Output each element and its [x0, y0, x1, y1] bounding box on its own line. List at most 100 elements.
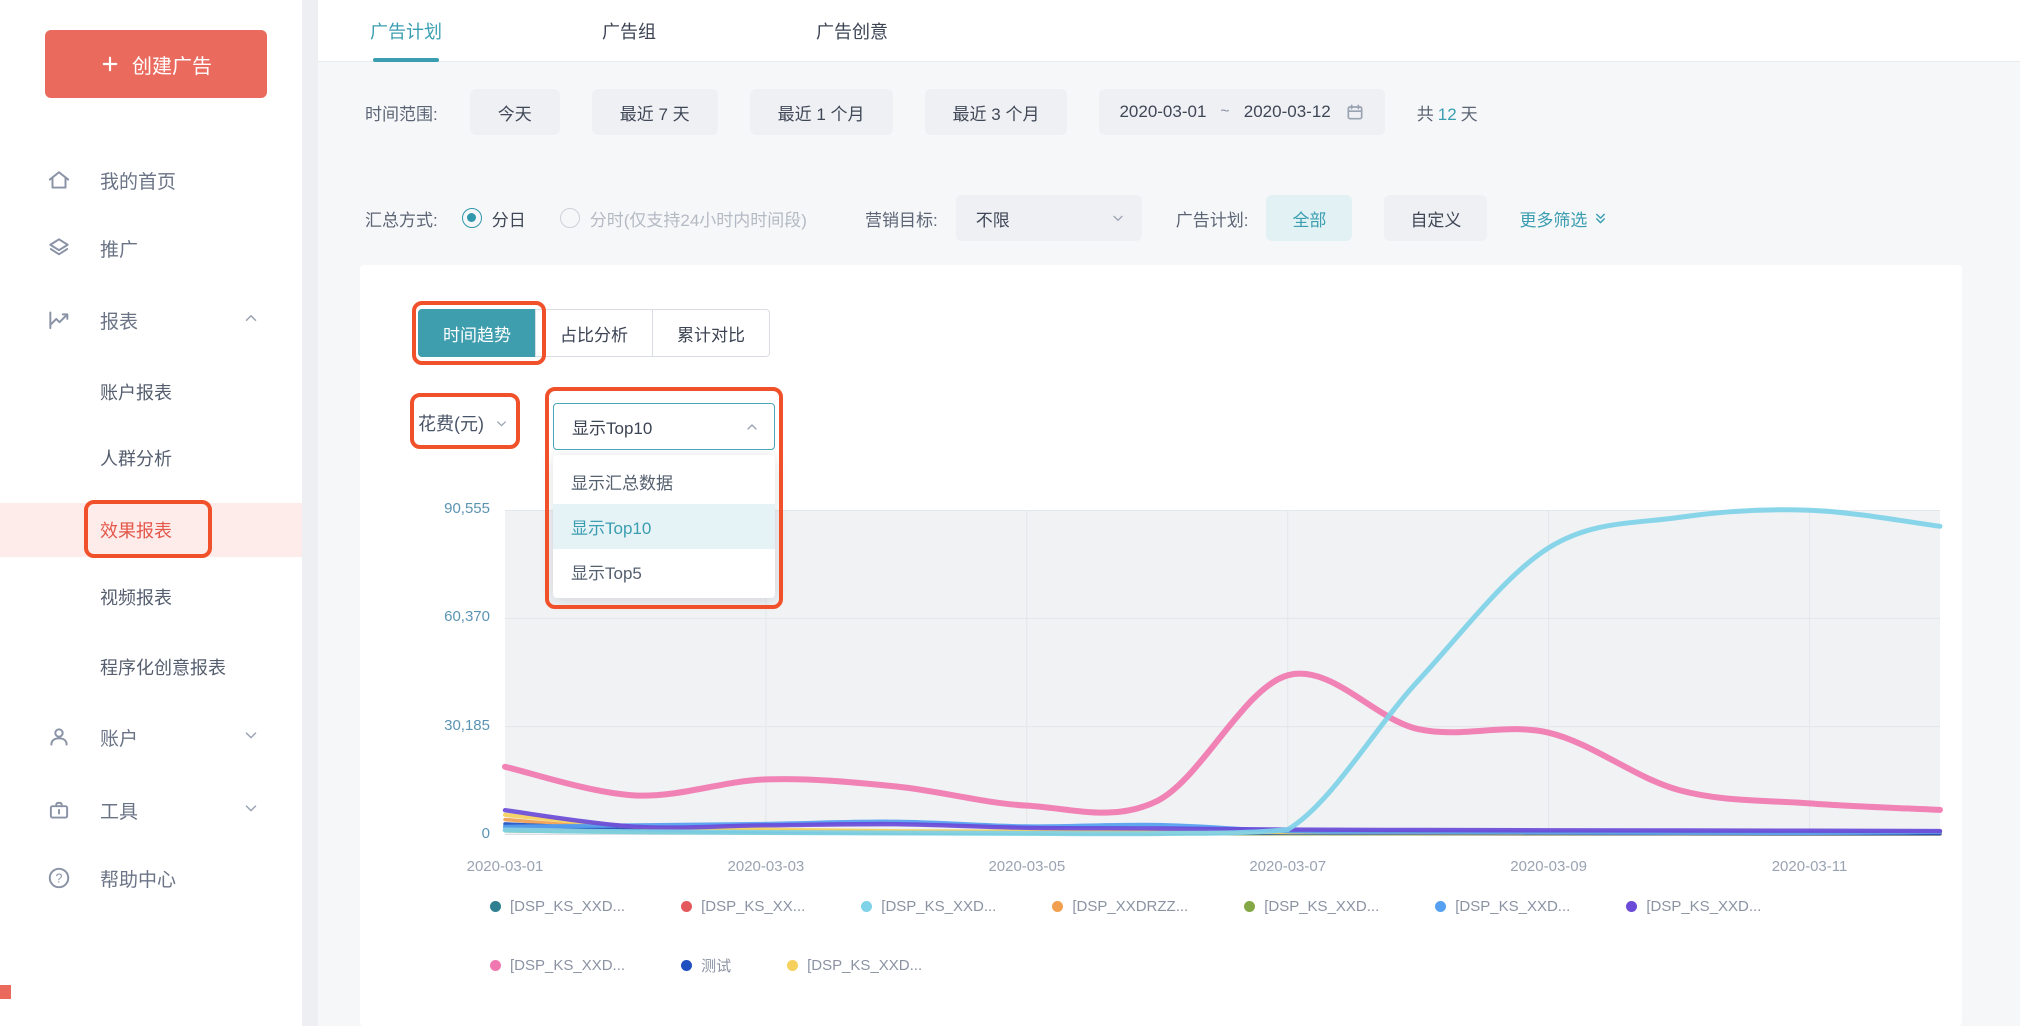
legend-item[interactable]: [DSP_KS_XXD...	[1435, 898, 1570, 915]
legend-item[interactable]: [DSP_XXDRZZ...	[1052, 898, 1188, 915]
aggregation-filter-row: 汇总方式: 分日 分时(仅支持24小时内时间段) 营销目标: 不限 广告计划: …	[365, 194, 1608, 242]
sidebar-item-label: 账户	[100, 724, 138, 751]
sidebar-item-home[interactable]: 我的首页	[0, 156, 302, 204]
legend-dot-icon	[490, 901, 501, 912]
top-n-dropdown[interactable]: 显示Top10	[553, 403, 775, 450]
radio-daily[interactable]: 分日	[462, 206, 526, 231]
x-axis-labels: 2020-03-012020-03-032020-03-052020-03-07…	[505, 858, 1940, 880]
legend-item[interactable]: [DSP_KS_XX...	[681, 898, 805, 915]
legend-item[interactable]: [DSP_KS_XXD...	[1626, 898, 1761, 915]
legend-dot-icon	[1626, 901, 1637, 912]
radio-daily-label: 分日	[492, 206, 526, 231]
legend-item[interactable]: [DSP_KS_XXD...	[861, 898, 996, 915]
x-tick-label: 2020-03-01	[445, 858, 565, 875]
subitem-label: 效果报表	[100, 517, 172, 543]
marketing-goal-label: 营销目标:	[865, 206, 938, 231]
marketing-goal-value: 不限	[976, 206, 1010, 231]
sidebar: 创建广告 我的首页 推广 报表 账户报表 人群分	[0, 0, 302, 1026]
sidebar-subitem-account-report[interactable]: 账户报表	[0, 365, 302, 419]
sidebar-item-label: 工具	[100, 797, 138, 824]
date-start: 2020-03-01	[1119, 102, 1206, 122]
tab-ad-group[interactable]: 广告组	[602, 0, 656, 62]
legend-dot-icon	[1052, 901, 1063, 912]
subitem-label: 程序化创意报表	[100, 654, 226, 680]
chevron-up-icon	[744, 419, 760, 435]
time-range-label: 时间范围:	[365, 100, 438, 125]
y-tick-label: 30,185	[385, 717, 490, 734]
sidebar-item-reports[interactable]: 报表	[0, 296, 302, 344]
plus-icon	[100, 54, 120, 74]
campaign-label: 广告计划:	[1176, 206, 1249, 231]
sidebar-item-account[interactable]: 账户	[0, 713, 302, 761]
campaign-custom-button[interactable]: 自定义	[1384, 195, 1487, 241]
marketing-goal-select[interactable]: 不限	[956, 195, 1142, 241]
create-ad-label: 创建广告	[132, 50, 212, 79]
days-total-value: 12	[1434, 105, 1461, 124]
legend-label: 测试	[701, 955, 731, 976]
x-tick-label: 2020-03-09	[1489, 858, 1609, 875]
sidebar-item-label: 推广	[100, 235, 138, 262]
radio-hourly[interactable]: 分时(仅支持24小时内时间段)	[560, 206, 807, 231]
range-7days-button[interactable]: 最近 7 天	[592, 89, 718, 135]
more-filters-label: 更多筛选	[1519, 206, 1587, 231]
range-today-button[interactable]: 今天	[470, 89, 560, 135]
top-n-value: 显示Top10	[572, 414, 652, 439]
sidebar-subitem-audience-analysis[interactable]: 人群分析	[0, 431, 302, 485]
tab-label: 广告计划	[370, 18, 442, 44]
legend-item[interactable]: [DSP_KS_XXD...	[490, 898, 625, 915]
days-total: 共12天	[1417, 100, 1478, 125]
legend-item[interactable]: 测试	[681, 955, 731, 976]
sidebar-item-help-center[interactable]: ? 帮助中心	[0, 854, 302, 902]
create-ad-button[interactable]: 创建广告	[45, 30, 267, 98]
chart-legend-row-2: [DSP_KS_XXD... 测试 [DSP_KS_XXD...	[490, 955, 922, 976]
legend-label: [DSP_KS_XXD...	[1646, 898, 1761, 915]
subitem-label: 账户报表	[100, 379, 172, 405]
sidebar-content-divider	[302, 0, 318, 1026]
legend-label: [DSP_KS_XXD...	[510, 898, 625, 915]
svg-text:?: ?	[56, 871, 63, 885]
sidebar-subitem-programmatic-creative-report[interactable]: 程序化创意报表	[0, 640, 302, 694]
trend-chart-icon	[46, 307, 72, 333]
chart-card: 时间趋势 占比分析 累计对比 花费(元) 显示Top10 显示汇总数据 显示To…	[360, 265, 1962, 1026]
legend-label: [DSP_KS_XXD...	[510, 957, 625, 974]
top-n-dropdown-menu: 显示汇总数据 显示Top10 显示Top5	[553, 455, 775, 598]
legend-label: [DSP_KS_XXD...	[1264, 898, 1379, 915]
sidebar-item-tools[interactable]: 工具	[0, 786, 302, 834]
radio-hourly-label: 分时(仅支持24小时内时间段)	[590, 206, 807, 231]
menu-item-show-top10[interactable]: 显示Top10	[553, 504, 775, 549]
tab-label: 广告创意	[816, 18, 888, 44]
sidebar-subitem-video-report[interactable]: 视频报表	[0, 570, 302, 624]
chart-legend-row-1: [DSP_KS_XXD... [DSP_KS_XX... [DSP_KS_XXD..…	[490, 898, 1761, 915]
user-icon	[46, 724, 72, 750]
chevron-down-icon	[1110, 210, 1126, 226]
aggregation-label: 汇总方式:	[365, 206, 438, 231]
legend-item[interactable]: [DSP_KS_XXD...	[787, 957, 922, 974]
sidebar-subitem-effect-report[interactable]: 效果报表	[0, 503, 302, 557]
legend-item[interactable]: [DSP_KS_XXD...	[490, 957, 625, 974]
menu-item-show-top5[interactable]: 显示Top5	[553, 549, 775, 594]
layers-icon	[46, 235, 72, 261]
metric-selector[interactable]: 花费(元)	[418, 402, 509, 444]
chart-view-tabs: 时间趋势 占比分析 累计对比	[418, 309, 770, 357]
campaign-all-button[interactable]: 全部	[1266, 195, 1352, 241]
radio-unselected-icon	[560, 208, 580, 228]
chevron-down-icon	[242, 726, 260, 749]
sidebar-item-promotion[interactable]: 推广	[0, 224, 302, 272]
date-range-picker[interactable]: 2020-03-01 ~ 2020-03-12	[1099, 89, 1384, 135]
view-tab-time-trend[interactable]: 时间趋势	[418, 309, 536, 357]
legend-dot-icon	[861, 901, 872, 912]
view-tab-cumulative-compare[interactable]: 累计对比	[652, 309, 770, 357]
legend-dot-icon	[1244, 901, 1255, 912]
range-1month-button[interactable]: 最近 1 个月	[750, 89, 893, 135]
chevron-down-icon	[242, 799, 260, 822]
menu-item-show-summary[interactable]: 显示汇总数据	[553, 459, 775, 504]
toolbox-icon	[46, 797, 72, 823]
time-range-filter-row: 时间范围: 今天 最近 7 天 最近 1 个月 最近 3 个月 2020-03-…	[365, 88, 1478, 136]
more-filters-link[interactable]: 更多筛选	[1519, 206, 1608, 231]
range-3months-button[interactable]: 最近 3 个月	[925, 89, 1068, 135]
tab-ad-plan[interactable]: 广告计划	[370, 0, 442, 62]
view-tab-share-analysis[interactable]: 占比分析	[535, 309, 653, 357]
tab-ad-creative[interactable]: 广告创意	[816, 0, 888, 62]
subitem-label: 人群分析	[100, 445, 172, 471]
legend-item[interactable]: [DSP_KS_XXD...	[1244, 898, 1379, 915]
